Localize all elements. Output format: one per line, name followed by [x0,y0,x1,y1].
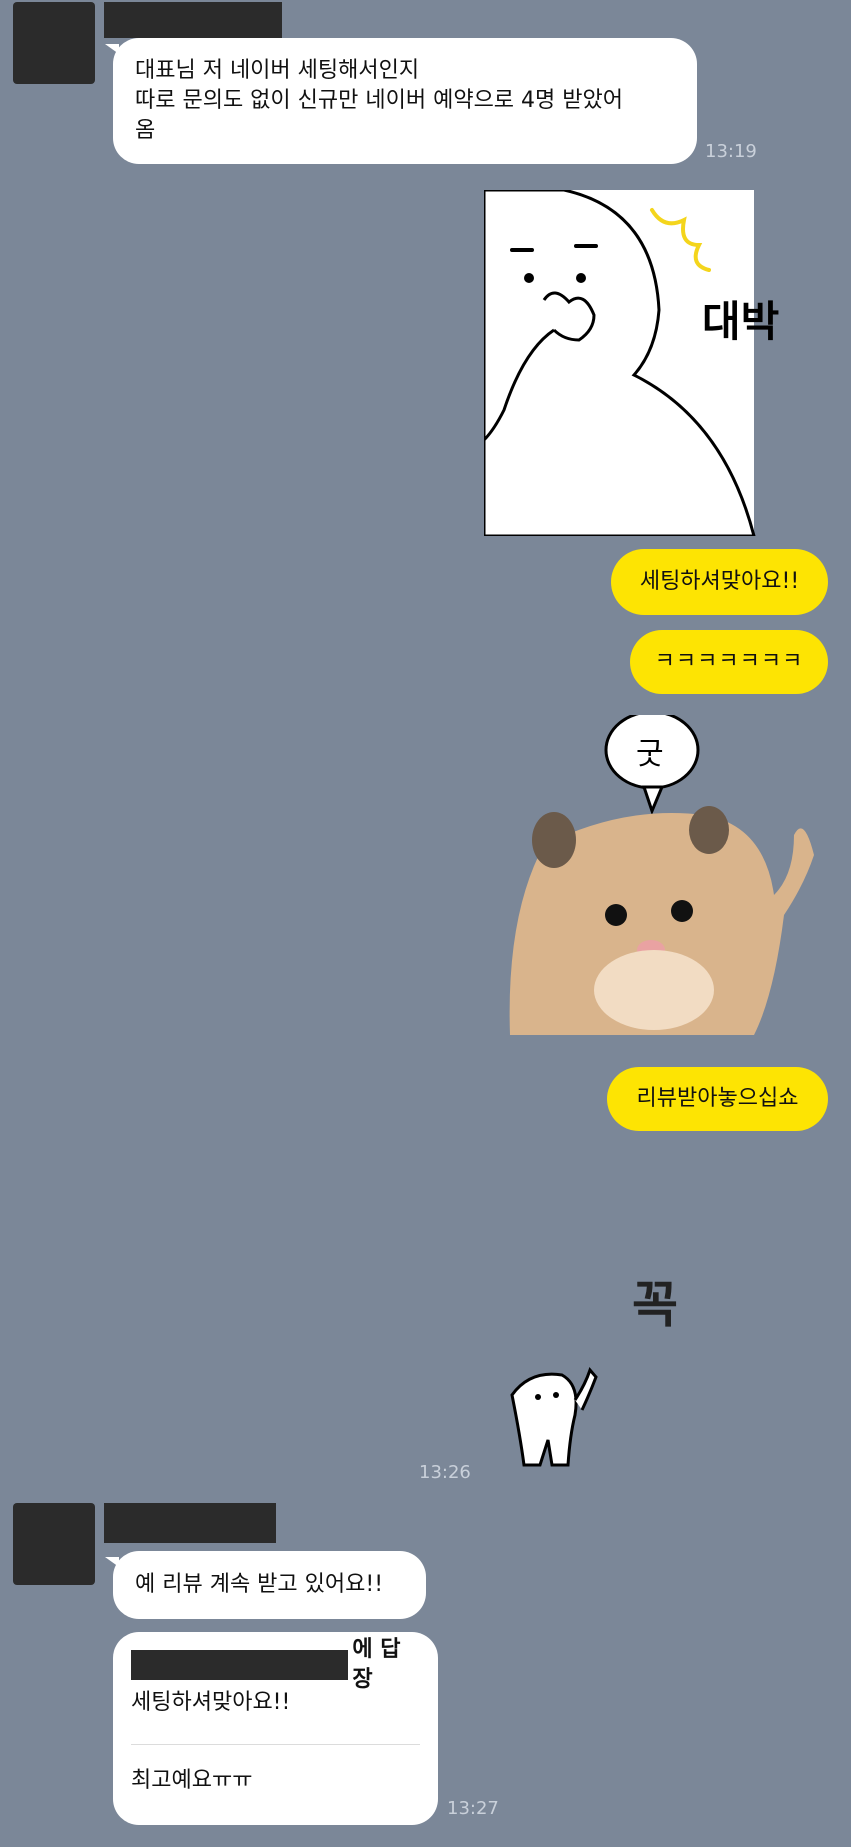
sticker-character-pointing[interactable]: 꼭 [490,1265,700,1487]
sender-name-redacted [104,2,282,38]
message-text: 예 리뷰 계속 받고 있어요!! [135,1572,384,1597]
surprised-character-icon [482,188,756,538]
sticker-text: 굿 [636,737,664,772]
sticker-hamster-thumbs-up[interactable]: 굿 [504,710,819,1041]
timestamp: 13:27 [447,1798,499,1819]
sticker-surprised-character[interactable]: 대박 [482,188,814,538]
reply-label: 에 답장 [352,1637,401,1692]
sticker-text: 대박 [702,297,780,346]
message-text: 리뷰받아놓으십쇼 [636,1086,799,1111]
timestamp: 13:19 [705,141,757,162]
message-text-line: 옴 [135,118,156,143]
sender-name-redacted [104,1503,276,1543]
message-text-line: 대표님 저 네이버 세팅해서인지 [135,58,420,83]
message-bubble-8[interactable]: 예 리뷰 계속 받고 있어요!! [105,1551,426,1619]
sticker-text: 꼭 [632,1276,678,1334]
message-text: ㅋㅋㅋㅋㅋㅋㅋ [654,649,804,674]
avatar[interactable] [13,2,95,84]
message-bubble-6[interactable]: 리뷰받아놓으십쇼 [607,1067,828,1131]
reply-target-redacted [131,1650,349,1680]
avatar[interactable] [13,1503,95,1585]
timestamp: 13:26 [419,1462,471,1483]
message-text: 최고예요ㅠㅠ [131,1768,253,1793]
message-text: 세팅하셔맞아요!! [639,569,800,594]
message-text-line: 따로 문의도 없이 신규만 네이버 예약으로 4명 받았어 [135,88,623,113]
message-bubble-3[interactable]: 세팅하셔맞아요!! [611,549,828,615]
message-bubble-4[interactable]: ㅋㅋㅋㅋㅋㅋㅋ [630,630,828,694]
reply-header: 에 답장 [131,1637,420,1692]
reply-divider [131,1744,420,1745]
reply-bubble[interactable]: 에 답장 세팅하셔맞아요!! 최고예요ㅠㅠ [113,1632,438,1825]
message-bubble-1[interactable]: 대표님 저 네이버 세팅해서인지 따로 문의도 없이 신규만 네이버 예약으로 … [105,38,697,164]
